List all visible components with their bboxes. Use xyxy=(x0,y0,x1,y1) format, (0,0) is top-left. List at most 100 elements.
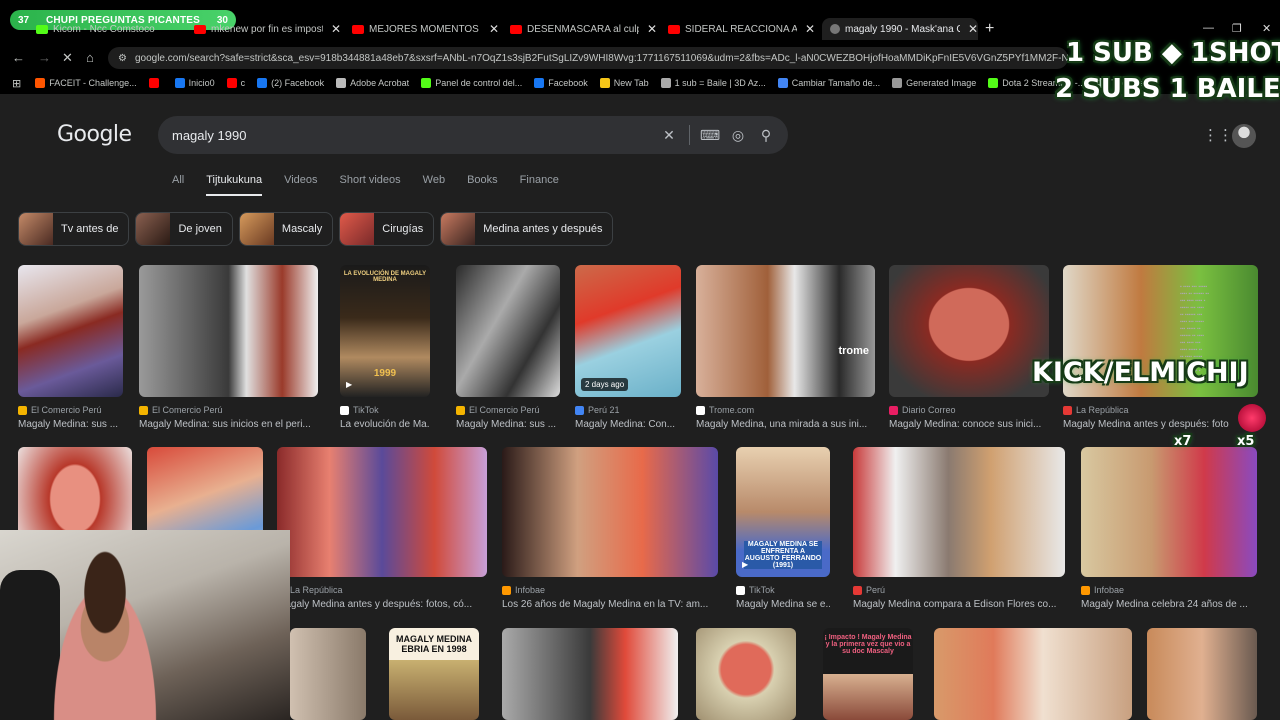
result-caption[interactable]: Magaly Medina: sus ... xyxy=(456,419,560,430)
image-result-card[interactable]: Diario Correo Magaly Medina: conoce sus i… xyxy=(889,265,1049,430)
bookmark-item[interactable]: FACEIT - Challenge... xyxy=(35,78,137,88)
result-thumbnail[interactable] xyxy=(1147,628,1257,720)
result-thumbnail[interactable] xyxy=(18,265,123,397)
image-result-card[interactable]: 2 days ago Perú 21 Magaly Medina: Con... xyxy=(575,265,681,430)
avatar[interactable] xyxy=(1232,124,1256,148)
result-source[interactable]: El Comercio Perú xyxy=(18,405,123,415)
result-thumbnail[interactable]: 2 days ago xyxy=(575,265,681,397)
bookmark-item[interactable]: Cambiar Tamaño de... xyxy=(777,78,880,88)
reload-icon[interactable]: ✕ xyxy=(62,50,73,66)
result-source[interactable]: Perú xyxy=(853,585,1065,595)
bookmark-item[interactable]: Generated Image xyxy=(892,78,976,88)
search-query[interactable]: magaly 1990 xyxy=(172,128,655,143)
image-result-card[interactable]: Perú Magaly Medina compara a Edison Flore… xyxy=(853,447,1065,610)
tab-2[interactable]: MEJORES MOMENTOS KICK PE ✕ xyxy=(352,18,500,40)
result-source[interactable]: La República xyxy=(277,585,487,595)
search-tab[interactable]: Videos xyxy=(284,174,317,196)
result-thumbnail[interactable] xyxy=(290,628,366,720)
image-result-card[interactable]: LA EVOLUCIÓN DE MAGALY MEDINA 1999 ▶ TikTok… xyxy=(340,265,430,430)
image-result-card[interactable] xyxy=(1147,628,1257,720)
clear-icon[interactable]: ✕ xyxy=(655,127,683,144)
minimize-icon[interactable]: — xyxy=(1203,22,1214,34)
site-info-icon[interactable]: ⚙ xyxy=(118,53,127,64)
result-caption[interactable]: Magaly Medina: conoce sus inici... xyxy=(889,419,1049,430)
tab-0[interactable]: Kicom - Ncc Comstoco xyxy=(36,18,184,40)
back-icon[interactable]: ← xyxy=(12,50,25,65)
result-caption[interactable]: Magaly Medina antes y después: fotos, có… xyxy=(277,599,487,610)
search-tab[interactable]: Finance xyxy=(520,174,559,196)
new-tab-button[interactable]: + xyxy=(985,20,994,38)
close-tab-icon[interactable]: ✕ xyxy=(489,22,499,36)
image-result-card[interactable]: trome Trome.com Magaly Medina, una mirada … xyxy=(696,265,875,430)
result-caption[interactable]: Magaly Medina celebra 24 años de ... xyxy=(1081,599,1257,610)
related-chip[interactable]: Cirugías xyxy=(339,212,435,246)
result-source[interactable]: TikTok xyxy=(340,405,430,415)
image-result-card[interactable]: El Comercio Perú Magaly Medina: sus ... xyxy=(456,265,560,430)
result-source[interactable]: Trome.com xyxy=(696,405,875,415)
image-result-card[interactable]: MAGALY MEDINA SE ENFRENTA A AUGUSTO FERR… xyxy=(736,447,830,610)
google-logo[interactable]: Google xyxy=(57,122,132,147)
result-source[interactable]: Diario Correo xyxy=(889,405,1049,415)
close-tab-icon[interactable]: ✕ xyxy=(805,22,815,36)
restore-icon[interactable]: ❐ xyxy=(1232,22,1242,35)
result-caption[interactable]: Los 26 años de Magaly Medina en la TV: a… xyxy=(502,599,718,610)
close-tab-icon[interactable]: ✕ xyxy=(331,22,341,36)
search-box[interactable]: magaly 1990 ✕ ⌨ ◎ ⚲ xyxy=(158,116,788,154)
lens-icon[interactable]: ◎ xyxy=(724,127,752,144)
bookmark-item[interactable]: Inicio0 xyxy=(174,78,215,88)
related-chip[interactable]: Medina antes y después xyxy=(440,212,614,246)
result-thumbnail[interactable]: MAGALY MEDINA SE ENFRENTA A AUGUSTO FERR… xyxy=(736,447,830,577)
result-caption[interactable]: La evolución de Ma... xyxy=(340,419,430,430)
search-tab[interactable]: All xyxy=(172,174,184,196)
search-tab[interactable]: Web xyxy=(423,174,445,196)
image-result-card[interactable] xyxy=(934,628,1132,720)
result-source[interactable]: Perú 21 xyxy=(575,405,681,415)
google-apps-icon[interactable]: ⋮⋮ xyxy=(1203,126,1233,144)
image-result-card[interactable]: La República Magaly Medina antes y despué… xyxy=(277,447,487,610)
result-source[interactable]: El Comercio Perú xyxy=(139,405,318,415)
close-window-icon[interactable]: ✕ xyxy=(1262,22,1271,35)
bookmark-item[interactable]: Adobe Acrobat xyxy=(336,78,409,88)
image-result-card[interactable]: Infobae Magaly Medina celebra 24 años de … xyxy=(1081,447,1257,610)
result-thumbnail[interactable]: trome xyxy=(696,265,875,397)
result-caption[interactable]: Magaly Medina: sus ... xyxy=(18,419,123,430)
keyboard-icon[interactable]: ⌨ xyxy=(696,127,724,144)
tab-4[interactable]: SIDERAL REACCIONA A CEVIC ✕ xyxy=(668,18,816,40)
result-caption[interactable]: Magaly Medina: sus inicios en el peri... xyxy=(139,419,318,430)
image-result-card[interactable] xyxy=(290,628,366,720)
home-icon[interactable]: ⌂ xyxy=(86,50,94,65)
result-thumbnail[interactable] xyxy=(934,628,1132,720)
bookmark-item[interactable]: 1 sub = Baile | 3D Az... xyxy=(660,78,766,88)
close-tab-icon[interactable]: ✕ xyxy=(647,22,657,36)
tab-3[interactable]: DESENMASCARA al culpable El ✕ xyxy=(510,18,658,40)
related-chip[interactable]: Mascaly xyxy=(238,212,334,246)
image-result-card[interactable] xyxy=(696,628,796,720)
result-caption[interactable]: Magaly Medina compara a Edison Flores co… xyxy=(853,599,1065,610)
image-result-card[interactable]: MAGALY MEDINA EBRIA EN 1998 xyxy=(389,628,479,720)
result-thumbnail[interactable] xyxy=(502,447,718,577)
result-thumbnail[interactable]: LA EVOLUCIÓN DE MAGALY MEDINA 1999 ▶ xyxy=(340,265,430,397)
result-caption[interactable]: Magaly Medina antes y después: foto xyxy=(1063,419,1258,430)
result-source[interactable]: Infobae xyxy=(1081,585,1257,595)
close-tab-icon[interactable]: ✕ xyxy=(968,22,978,36)
result-thumbnail[interactable] xyxy=(696,628,796,720)
search-icon[interactable]: ⚲ xyxy=(752,127,780,144)
result-caption[interactable]: Magaly Medina, una mirada a sus ini... xyxy=(696,419,875,430)
bookmark-item[interactable]: Panel de control del... xyxy=(421,78,522,88)
search-tab[interactable]: Books xyxy=(467,174,498,196)
image-result-card[interactable]: El Comercio Perú Magaly Medina: sus inici… xyxy=(139,265,318,430)
result-caption[interactable]: Magaly Medina se e... xyxy=(736,599,830,610)
bookmark-item[interactable]: (2) Facebook xyxy=(257,78,324,88)
result-thumbnail[interactable] xyxy=(1081,447,1257,577)
related-chip[interactable]: De joven xyxy=(135,212,233,246)
tab-1[interactable]: mkenew por fin es impostor en ✕ xyxy=(194,18,342,40)
search-tab[interactable]: Short videos xyxy=(340,174,401,196)
result-source[interactable]: El Comercio Perú xyxy=(456,405,560,415)
image-result-card[interactable]: El Comercio Perú Magaly Medina: sus ... xyxy=(18,265,123,430)
result-thumbnail[interactable] xyxy=(277,447,487,577)
result-thumbnail[interactable]: MAGALY MEDINA EBRIA EN 1998 xyxy=(389,628,479,720)
result-source[interactable]: La República xyxy=(1063,405,1258,415)
search-tab[interactable]: Tijtukukuna xyxy=(206,174,263,196)
bookmark-item[interactable]: New Tab xyxy=(599,78,649,88)
result-source[interactable]: TikTok xyxy=(736,585,830,595)
